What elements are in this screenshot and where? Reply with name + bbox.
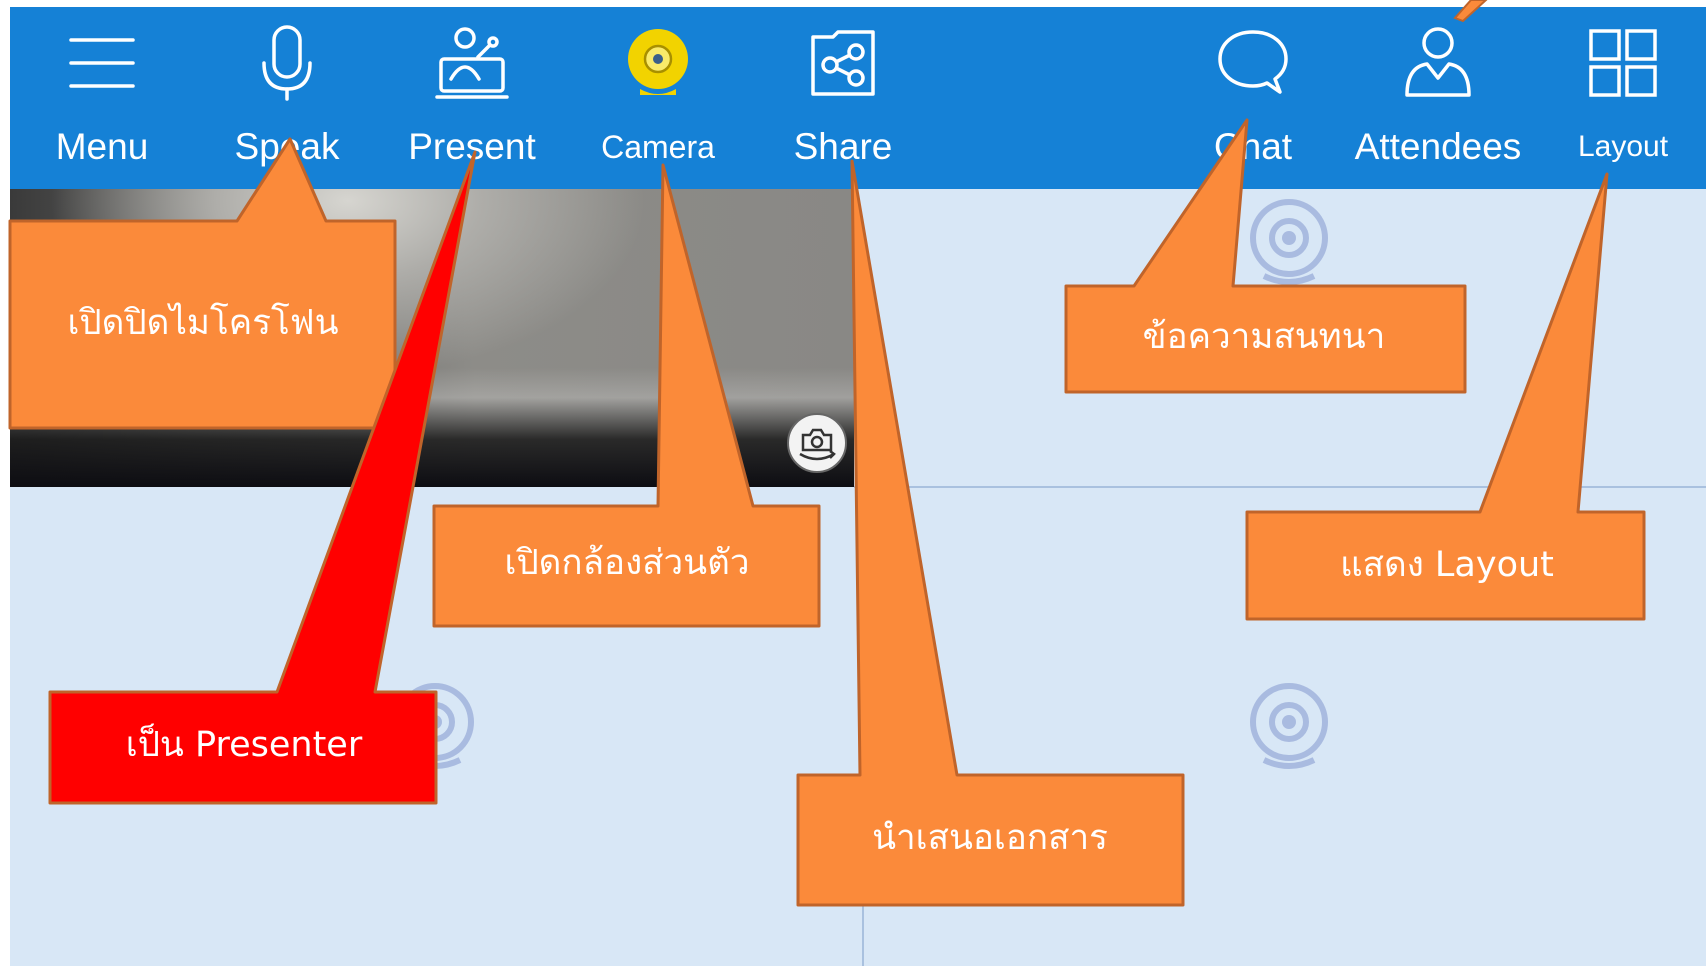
- camera-label: Camera: [601, 129, 715, 165]
- menu-button[interactable]: Menu: [17, 7, 187, 189]
- chat-bubble-icon: [1218, 30, 1288, 94]
- present-button[interactable]: Present: [387, 7, 557, 189]
- speak-button[interactable]: Speak: [202, 7, 372, 189]
- meeting-screen: Menu Speak Present Camera Share Chat Att…: [0, 0, 1706, 966]
- microphone-icon: [262, 25, 312, 101]
- menu-label: Menu: [55, 126, 149, 167]
- speak-label: Speak: [234, 126, 340, 167]
- share-button[interactable]: Share: [758, 7, 928, 189]
- attendees-label: Attendees: [1354, 126, 1522, 167]
- menu-icon: [69, 38, 135, 88]
- share-label: Share: [793, 126, 893, 167]
- chat-button[interactable]: Chat: [1168, 7, 1338, 189]
- layout-label: Layout: [1577, 130, 1669, 163]
- camera-button[interactable]: Camera: [573, 7, 743, 189]
- webcam-placeholder-icon: [1250, 199, 1328, 285]
- layout-grid-divider-vertical: [862, 487, 864, 966]
- grid-layout-icon: [1589, 29, 1657, 97]
- attendee-icon: [1405, 27, 1471, 97]
- webcam-placeholder-icon: [396, 683, 474, 769]
- attendees-button[interactable]: Attendees: [1343, 7, 1533, 189]
- webcam-placeholder-icon: [1250, 683, 1328, 769]
- presenter-icon: [435, 27, 509, 99]
- layout-button[interactable]: Layout: [1548, 7, 1698, 189]
- webcam-icon: [628, 29, 688, 95]
- camera-switch-icon[interactable]: [786, 412, 848, 474]
- layout-grid-divider-horizontal: [854, 486, 1706, 488]
- present-label: Present: [408, 126, 536, 167]
- share-icon: [811, 30, 875, 96]
- self-camera-video[interactable]: [10, 189, 854, 487]
- chat-label: Chat: [1213, 126, 1293, 167]
